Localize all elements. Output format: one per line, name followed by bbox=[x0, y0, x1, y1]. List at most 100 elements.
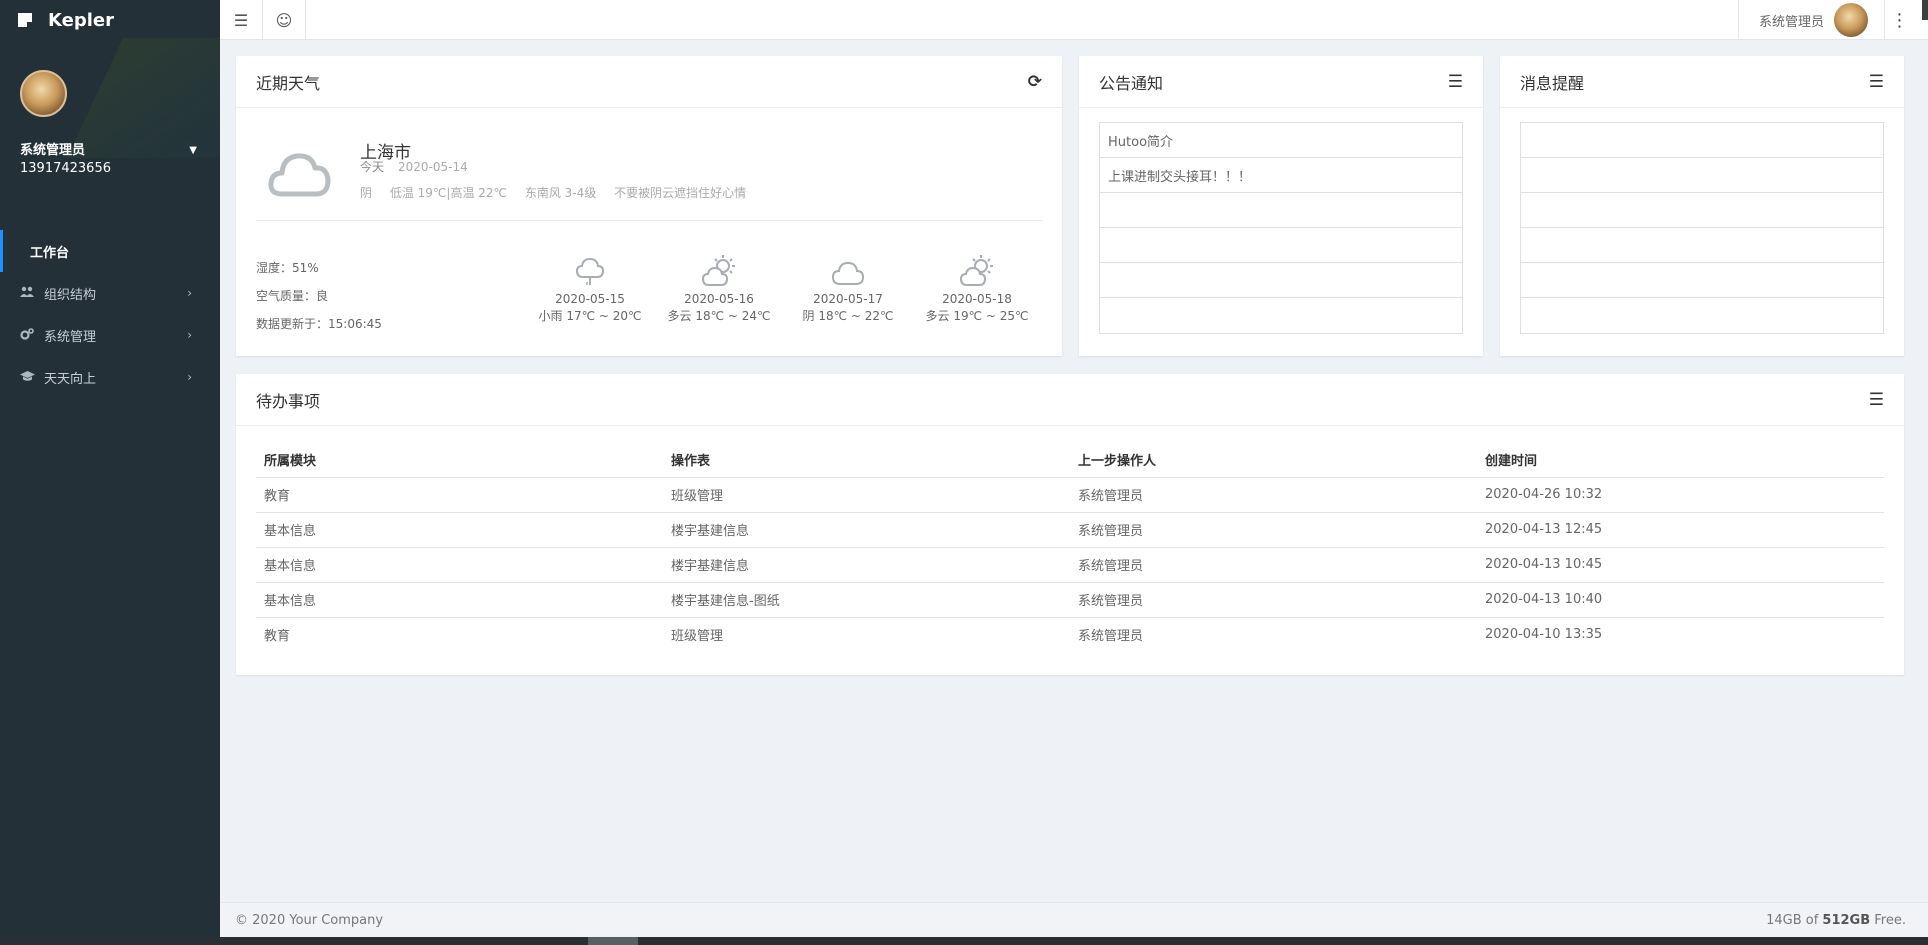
forecast-date: 2020-05-17 bbox=[813, 292, 883, 306]
table-cell: 系统管理员 bbox=[1070, 547, 1477, 583]
forecast-desc: 小雨 17℃ ~ 20℃ bbox=[538, 309, 642, 323]
table-row[interactable]: 基本信息 楼宇基建信息 系统管理员 2020-04-13 10:45 bbox=[256, 547, 1884, 583]
forecast-date: 2020-05-16 bbox=[684, 292, 754, 306]
table-cell: 班级管理 bbox=[671, 629, 724, 645]
panel-header: 消息提醒 ☰ bbox=[1500, 56, 1904, 108]
panel-title: 消息提醒 bbox=[1520, 73, 1585, 93]
list-item bbox=[1100, 263, 1462, 298]
list-item[interactable]: Hutoo简介 bbox=[1100, 123, 1462, 158]
column-header: 创建时间 bbox=[1477, 442, 1884, 478]
list-item bbox=[1100, 298, 1462, 333]
sidebar-item-workbench[interactable]: 工作台 bbox=[0, 230, 220, 272]
sidebar-item-label: 组织结构 bbox=[44, 287, 97, 303]
table-cell: 2020-04-13 10:45 bbox=[1477, 547, 1884, 583]
update-time: 数据更新于：15:06:45 bbox=[256, 317, 382, 331]
taskbar-strip bbox=[0, 937, 1928, 945]
sidebar-item-learning[interactable]: 天天向上 › bbox=[0, 356, 220, 398]
more-button[interactable]: ⋮ bbox=[1884, 0, 1914, 40]
table-cell: 系统管理员 bbox=[1078, 629, 1144, 645]
panel-header: 公告通知 ☰ bbox=[1079, 56, 1483, 108]
storage-used: 14GB of bbox=[1766, 912, 1823, 928]
graduation-cap-icon bbox=[20, 370, 36, 385]
table-cell: 基本信息 bbox=[256, 582, 663, 618]
menu-icon[interactable]: ☰ bbox=[1448, 72, 1463, 92]
forecast-day: 2020-05-16 多云 18℃ ~ 24℃ bbox=[659, 251, 779, 325]
table-cell: 系统管理员 bbox=[1070, 582, 1477, 618]
avatar bbox=[1834, 3, 1868, 37]
chevron-right-icon: › bbox=[187, 370, 192, 384]
column-header: 上一步操作人 bbox=[1070, 442, 1477, 478]
table-cell: 系统管理员 bbox=[1070, 512, 1477, 548]
weather-detail: 阴 低温 19℃|高温 22℃ 东南风 3-4级 不要被阴云遮挡住好心情 bbox=[360, 184, 760, 201]
smile-icon: ☺ bbox=[275, 10, 293, 30]
table-cell: 2020-04-26 10:32 bbox=[1477, 477, 1884, 513]
brand[interactable]: Kepler bbox=[0, 0, 220, 40]
panel-header: 近期天气 ⟳ bbox=[236, 56, 1062, 108]
storage-info: 14GB of 512GB Free. bbox=[1766, 913, 1906, 928]
sidebar: Kepler 系统管理员 13917423656 ▼ 工作台 组织结构 › 系统… bbox=[0, 0, 220, 945]
todo-panel: 待办事项 ☰ 所属模块 操作表 上一步操作人 创建时间 教育 班级管理 系统管理… bbox=[236, 374, 1904, 675]
partly-cloudy-icon bbox=[917, 251, 1037, 287]
table-header-row: 所属模块 操作表 上一步操作人 创建时间 bbox=[256, 442, 1884, 478]
list-item bbox=[1521, 263, 1883, 298]
topbar-user-name: 系统管理员 bbox=[1758, 14, 1824, 30]
menu-icon[interactable]: ☰ bbox=[1869, 72, 1884, 92]
cloud-icon bbox=[266, 146, 332, 206]
column-header: 所属模块 bbox=[256, 442, 663, 478]
table-cell: 系统管理员 bbox=[1070, 477, 1477, 513]
sidebar-menu: 工作台 组织结构 › 系统管理 › 天天向上 › bbox=[0, 230, 220, 398]
forecast-desc: 多云 19℃ ~ 25℃ bbox=[925, 309, 1029, 323]
forecast-desc: 阴 18℃ ~ 22℃ bbox=[802, 309, 894, 323]
user-phone: 13917423656 bbox=[20, 161, 111, 176]
menu-icon[interactable]: ☰ bbox=[1869, 390, 1884, 410]
users-icon bbox=[20, 286, 36, 301]
table-row[interactable]: 基本信息 楼宇基建信息 系统管理员 2020-04-13 12:45 bbox=[256, 512, 1884, 548]
table-row[interactable]: 基本信息 楼宇基建信息-图纸 系统管理员 2020-04-13 10:40 bbox=[256, 582, 1884, 618]
table-cell: 基本信息 bbox=[256, 547, 663, 583]
taskbar-tab[interactable] bbox=[588, 937, 638, 945]
table-cell: 楼宇基建信息 bbox=[663, 512, 1070, 548]
table-cell: 班级管理 bbox=[663, 477, 1070, 513]
vertical-dots-icon: ⋮ bbox=[1890, 9, 1909, 31]
sidebar-item-organization[interactable]: 组织结构 › bbox=[0, 272, 220, 314]
table-cell: 教育 bbox=[256, 477, 663, 513]
rain-cloud-icon bbox=[530, 251, 650, 287]
weather-stats: 湿度：51% 空气质量：良 数据更新于：15:06:45 bbox=[256, 254, 382, 338]
logo-icon bbox=[18, 13, 34, 29]
user-menu[interactable]: 系统管理员 bbox=[1737, 0, 1868, 40]
forecast-desc: 多云 18℃ ~ 24℃ bbox=[667, 309, 771, 323]
list-item bbox=[1100, 228, 1462, 263]
chevron-right-icon: › bbox=[187, 328, 192, 342]
panel-title: 公告通知 bbox=[1099, 73, 1164, 93]
weather-today: 今天 2020-05-14 bbox=[360, 158, 468, 175]
avatar[interactable] bbox=[20, 70, 67, 117]
table-row[interactable]: 教育 班级管理 系统管理员 2020-04-26 10:32 bbox=[256, 477, 1884, 513]
message-list bbox=[1520, 122, 1884, 334]
menu-toggle-button[interactable]: ☰ bbox=[220, 0, 263, 40]
topbar: ☰ ☺ 系统管理员 ⋮ bbox=[220, 0, 1928, 40]
caret-down-icon[interactable]: ▼ bbox=[189, 145, 197, 156]
table-cell: 教育 bbox=[264, 629, 291, 645]
list-item bbox=[1100, 193, 1462, 228]
notice-list: Hutoo简介 上课进制交头接耳！！！ bbox=[1099, 122, 1463, 334]
weather-wind: 东南风 3-4级 bbox=[524, 186, 597, 200]
humidity: 湿度：51% bbox=[256, 261, 319, 275]
panel-header: 待办事项 ☰ bbox=[236, 374, 1904, 426]
sidebar-item-system[interactable]: 系统管理 › bbox=[0, 314, 220, 356]
user-name[interactable]: 系统管理员 bbox=[20, 139, 200, 158]
forecast-day: 2020-05-18 多云 19℃ ~ 25℃ bbox=[917, 251, 1037, 325]
forecast-day: 2020-05-17 阴 18℃ ~ 22℃ bbox=[788, 251, 908, 325]
divider bbox=[256, 220, 1042, 221]
refresh-icon[interactable]: ⟳ bbox=[1028, 72, 1042, 92]
table-cell: 2020-04-13 12:45 bbox=[1477, 512, 1884, 548]
table-cell: 2020-04-13 10:40 bbox=[1477, 582, 1884, 618]
list-item[interactable]: 上课进制交头接耳！！！ bbox=[1100, 158, 1462, 193]
table-row[interactable]: 教育 班级管理 系统管理员 2020-04-10 13:35 bbox=[256, 617, 1884, 652]
list-item bbox=[1521, 298, 1883, 333]
smile-button[interactable]: ☺ bbox=[263, 0, 306, 40]
cogs-icon bbox=[20, 327, 36, 343]
forecast-date: 2020-05-15 bbox=[555, 292, 625, 306]
sidebar-item-label: 工作台 bbox=[30, 245, 70, 261]
notice-panel: 公告通知 ☰ Hutoo简介 上课进制交头接耳！！！ bbox=[1079, 56, 1483, 356]
weather-temperature: 低温 19℃|高温 22℃ bbox=[389, 186, 508, 200]
